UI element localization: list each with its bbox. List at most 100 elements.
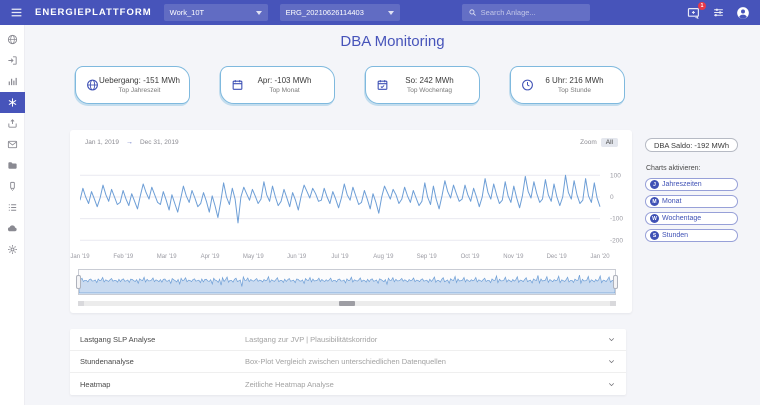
sidebar: [0, 25, 25, 405]
svg-text:100: 100: [610, 172, 621, 179]
toggle-monat[interactable]: M Monat: [645, 195, 738, 208]
navbar-right: 1: [687, 6, 750, 20]
app-title: ENERGIEPLATTFORM: [35, 7, 152, 18]
sidebar-item-device[interactable]: [0, 176, 25, 197]
stat-card-2: So: 242 MWh Top Wochentag: [365, 66, 480, 104]
calendar-check-icon-wrap: [376, 79, 389, 92]
page-title: DBA Monitoring: [25, 33, 760, 50]
account-button[interactable]: [736, 6, 750, 20]
toggle-label: Monat: [662, 198, 681, 205]
chart-scrollbar[interactable]: [78, 301, 616, 306]
range-slider[interactable]: [78, 269, 616, 295]
sidebar-item-export[interactable]: [0, 113, 25, 134]
sidebar-item-hub[interactable]: [0, 92, 25, 113]
chevron-down-icon: [607, 380, 616, 389]
toggle-jahreszeiten[interactable]: J Jahreszeiten: [645, 178, 738, 191]
clock-icon-wrap: [521, 79, 534, 92]
accordion-description: Zeitliche Heatmap Analyse: [245, 380, 607, 389]
x-axis-labels: Jan '19Feb '19Mar '19Apr '19May '19Jun '…: [80, 254, 600, 263]
search-box[interactable]: [462, 4, 590, 21]
x-tick-label: Dec '19: [547, 254, 567, 260]
sidebar-item-chart[interactable]: [0, 71, 25, 92]
accordion-title: Lastgang SLP Analyse: [80, 335, 245, 344]
chevron-down-icon[interactable]: [607, 380, 616, 389]
device-icon: [7, 181, 18, 192]
zoom-controls: Zoom All: [580, 138, 618, 147]
range-slider-right-handle[interactable]: [613, 275, 618, 289]
workspace-select-value: Work_10T: [170, 8, 204, 17]
toggle-wochentage[interactable]: W Wochentage: [645, 212, 738, 225]
stat-card-subtitle: Top Wochentag: [407, 87, 452, 94]
stat-card-1: Apr: -103 MWh Top Monat: [220, 66, 335, 104]
range-slider-preview: [79, 270, 615, 294]
accordion-title: Stundenanalyse: [80, 357, 245, 366]
x-tick-label: Aug '19: [373, 254, 393, 260]
chart-icon: [7, 76, 18, 87]
sidebar-item-folder[interactable]: [0, 155, 25, 176]
line-chart[interactable]: 1000-100-200: [80, 154, 632, 254]
menu-button[interactable]: [10, 6, 23, 19]
scrollbar-thumb[interactable]: [339, 301, 355, 306]
sidebar-item-exit[interactable]: [0, 50, 25, 71]
range-slider-left-handle[interactable]: [76, 275, 81, 289]
date-range-end-input[interactable]: Dec 31, 2019: [137, 137, 182, 148]
accordion-row-0[interactable]: Lastgang SLP Analyse Lastgang zur JVP | …: [70, 329, 626, 351]
globe-icon: [7, 34, 18, 45]
date-range-start-input[interactable]: Jan 1, 2019: [82, 137, 122, 148]
workspace-select[interactable]: Work_10T: [164, 4, 268, 21]
svg-text:-200: -200: [610, 237, 623, 244]
toggle-badge: W: [650, 214, 659, 223]
arrow-right-icon: →: [126, 139, 133, 146]
exit-icon: [7, 55, 18, 66]
add-report-button[interactable]: 1: [687, 6, 701, 20]
stat-cards: Uebergang: -151 MWh Top Jahreszeit Apr: …: [75, 66, 625, 104]
globe-icon-wrap: [86, 79, 99, 92]
toggle-label: Wochentage: [662, 215, 701, 222]
sidebar-item-list[interactable]: [0, 197, 25, 218]
stat-card-title: Uebergang: -151 MWh: [99, 76, 180, 85]
stat-card-title: Apr: -103 MWh: [258, 76, 312, 85]
globe-icon: [86, 79, 99, 92]
chevron-down-icon: [607, 335, 616, 344]
accordion-row-2[interactable]: Heatmap Zeitliche Heatmap Analyse: [70, 373, 626, 395]
chevron-down-icon: [607, 357, 616, 366]
calendar-icon-wrap: [231, 79, 244, 92]
search-icon: [468, 8, 477, 17]
search-input[interactable]: [481, 8, 581, 17]
accordion-row-1[interactable]: Stundenanalyse Box-Plot Vergleich zwisch…: [70, 351, 626, 373]
chevron-down-icon[interactable]: [607, 335, 616, 344]
zoom-label: Zoom: [580, 139, 597, 146]
zoom-all-button[interactable]: All: [601, 138, 618, 147]
sidebar-item-mail[interactable]: [0, 134, 25, 155]
notification-badge: 1: [698, 2, 706, 10]
x-tick-label: Sep '19: [417, 254, 437, 260]
toggle-stunden[interactable]: S Stunden: [645, 229, 738, 242]
chart-panel: Jan 1, 2019 → Dec 31, 2019 Zoom All 1000…: [70, 130, 632, 313]
toggle-badge: J: [650, 180, 659, 189]
x-tick-label: Oct '19: [461, 254, 480, 260]
x-tick-label: Jun '19: [287, 254, 306, 260]
sidebar-item-cloud[interactable]: [0, 218, 25, 239]
stat-card-title: 6 Uhr: 216 MWh: [545, 76, 603, 85]
calendar-check-icon: [376, 79, 389, 92]
scrollbar-left-arrow[interactable]: [78, 301, 84, 306]
chevron-down-icon[interactable]: [607, 357, 616, 366]
list-icon: [7, 202, 18, 213]
svg-text:-100: -100: [610, 216, 623, 223]
scrollbar-right-arrow[interactable]: [610, 301, 616, 306]
stat-card-subtitle: Top Monat: [269, 87, 299, 94]
sidebar-item-gear[interactable]: [0, 239, 25, 260]
filter-settings-button[interactable]: [712, 6, 725, 19]
sidebar-item-globe[interactable]: [0, 29, 25, 50]
analysis-select-value: ERG_20210626114403: [286, 8, 364, 17]
caret-down-icon: [388, 11, 394, 15]
x-tick-label: Feb '19: [113, 254, 133, 260]
analysis-select[interactable]: ERG_20210626114403: [280, 4, 400, 21]
stat-card-subtitle: Top Stunde: [558, 87, 591, 94]
dba-saldo-badge: DBA Saldo: -192 MWh: [645, 138, 738, 152]
stat-card-3: 6 Uhr: 216 MWh Top Stunde: [510, 66, 625, 104]
x-tick-label: Apr '19: [201, 254, 220, 260]
export-icon: [7, 118, 18, 129]
chart-side-panel: DBA Saldo: -192 MWh Charts aktivieren: J…: [645, 138, 738, 242]
mail-icon: [7, 139, 18, 150]
